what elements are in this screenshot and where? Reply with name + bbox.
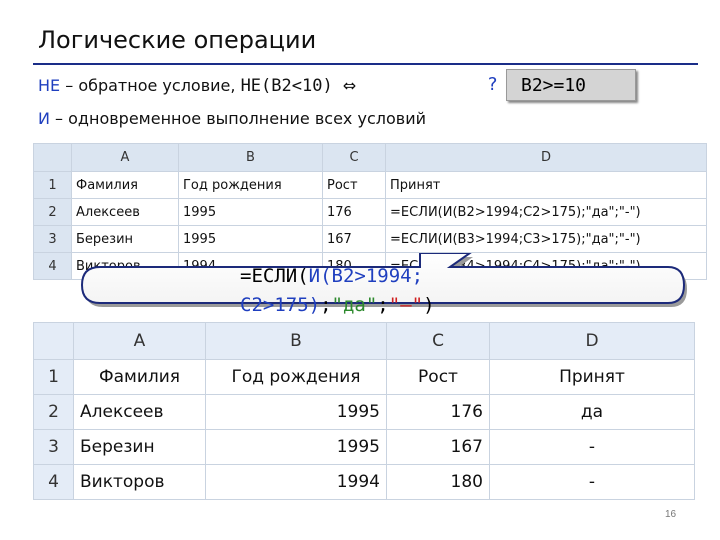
callout-formula: =ЕСЛИ(И(B2>1994; C2>175);"да";"–") (240, 262, 435, 320)
callout-if: =ЕСЛИ( (240, 265, 309, 287)
result-spreadsheet: A B C D 1 Фамилия Год рождения Рост Прин… (33, 322, 695, 500)
cell[interactable]: Принят (489, 359, 695, 395)
column-header[interactable]: A (71, 143, 179, 172)
table-row: 1 Фамилия Год рождения Рост Принят (33, 359, 695, 395)
and-description: – одновременное выполнение всех условий (49, 109, 426, 128)
cell[interactable]: 1995 (178, 225, 323, 253)
table-row: 3 Березин 1995 167 =ЕСЛИ(И(B3>1994;C3>17… (33, 225, 707, 253)
cell[interactable]: да (489, 394, 695, 430)
cell[interactable]: Принят (385, 171, 707, 199)
column-header-row: A B C D (33, 322, 695, 360)
column-header[interactable]: D (385, 143, 707, 172)
cell[interactable]: Год рождения (205, 359, 387, 395)
table-row: 2 Алексеев 1995 176 =ЕСЛИ(И(B2>1994;C2>1… (33, 198, 707, 226)
callout-and-condition1: И(B2>1994; (308, 265, 424, 287)
callout-close-paren: ) (423, 294, 435, 316)
cell[interactable]: 176 (386, 394, 490, 430)
cell[interactable]: Рост (386, 359, 490, 395)
cell[interactable]: 1995 (205, 394, 387, 430)
table-row: 3 Березин 1995 167 - (33, 429, 695, 465)
title-divider (33, 63, 698, 65)
row-header[interactable]: 3 (33, 429, 74, 465)
row-header[interactable]: 1 (33, 171, 72, 199)
row-header[interactable]: 1 (33, 359, 74, 395)
cell[interactable]: Год рождения (178, 171, 323, 199)
cell[interactable]: 167 (386, 429, 490, 465)
table-row: 1 Фамилия Год рождения Рост Принят (33, 171, 707, 199)
question-mark: ? (487, 74, 498, 95)
cell[interactable]: 1995 (178, 198, 323, 226)
not-description: – обратное условие, (60, 76, 241, 95)
column-header[interactable]: C (322, 143, 386, 172)
callout-true-value: "да" (331, 294, 378, 316)
page-number: 16 (665, 509, 677, 520)
column-header[interactable]: B (178, 143, 323, 172)
not-example: НЕ(B2<10) (240, 76, 333, 96)
cell[interactable]: Фамилия (73, 359, 206, 395)
equivalence-icon: ⇔ (342, 76, 357, 95)
cell[interactable]: - (489, 464, 695, 500)
slide-title: Логические операции (38, 26, 317, 54)
cell[interactable]: 176 (322, 198, 386, 226)
answer-box: B2>=10 (506, 69, 636, 101)
column-header-row: A B C D (33, 143, 707, 172)
cell[interactable]: 180 (386, 464, 490, 500)
cell[interactable]: 1994 (205, 464, 387, 500)
row-header[interactable]: 3 (33, 225, 72, 253)
row-header[interactable]: 4 (33, 252, 72, 280)
cell[interactable]: Алексеев (71, 198, 179, 226)
cell[interactable]: Березин (71, 225, 179, 253)
and-definition: И – одновременное выполнение всех услови… (38, 109, 426, 128)
cell[interactable]: =ЕСЛИ(И(B3>1994;C3>175);"да";"-") (385, 225, 707, 253)
not-definition: НЕ – обратное условие, НЕ(B2<10) ⇔ (38, 76, 356, 96)
callout-false-value: "–" (388, 294, 424, 316)
cell[interactable]: 167 (322, 225, 386, 253)
row-header[interactable]: 2 (33, 394, 74, 430)
cell[interactable]: 1995 (205, 429, 387, 465)
row-header[interactable]: 2 (33, 198, 72, 226)
column-header[interactable]: A (73, 322, 206, 360)
row-header[interactable]: 4 (33, 464, 74, 500)
cell[interactable]: Березин (73, 429, 206, 465)
column-header[interactable]: C (386, 322, 490, 360)
select-all-corner[interactable] (33, 143, 72, 172)
cell[interactable]: Викторов (73, 464, 206, 500)
callout-separator: ; (320, 294, 332, 316)
cell[interactable]: Фамилия (71, 171, 179, 199)
and-keyword: И (38, 109, 50, 128)
cell[interactable]: Алексеев (73, 394, 206, 430)
callout-separator: ; (377, 294, 389, 316)
cell[interactable]: - (489, 429, 695, 465)
callout-and-condition2: C2>175) (240, 294, 321, 316)
column-header[interactable]: B (205, 322, 387, 360)
not-keyword: НЕ (38, 76, 61, 95)
table-row: 4 Викторов 1994 180 - (33, 464, 695, 500)
column-header[interactable]: D (489, 322, 695, 360)
table-row: 2 Алексеев 1995 176 да (33, 394, 695, 430)
cell[interactable]: Рост (322, 171, 386, 199)
cell[interactable]: =ЕСЛИ(И(B2>1994;C2>175);"да";"-") (385, 198, 707, 226)
select-all-corner[interactable] (33, 322, 74, 360)
